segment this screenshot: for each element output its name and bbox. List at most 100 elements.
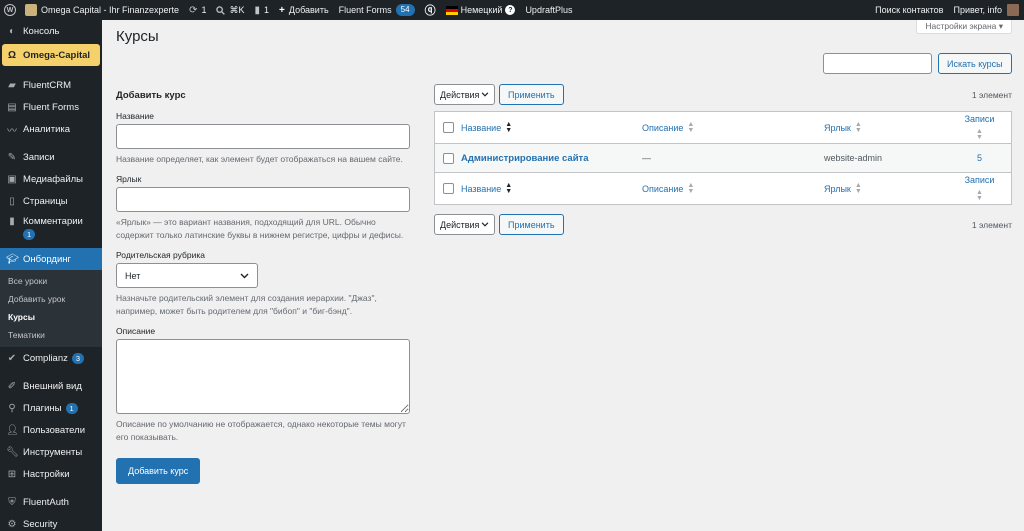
avatar bbox=[1007, 4, 1019, 16]
submenu-all-lessons[interactable]: Все уроки bbox=[0, 272, 102, 290]
sidebar-item-posts[interactable]: ✎ Записи bbox=[0, 146, 102, 168]
sidebar-item-comments[interactable]: ▮ Комментарии 1 bbox=[0, 212, 102, 248]
sidebar-item-label: Онбординг bbox=[23, 253, 71, 265]
table-row: Администрирование сайта — website-admin … bbox=[435, 144, 1011, 172]
bulk-actions-select-bottom[interactable]: Действия bbox=[434, 214, 495, 235]
admin-sidebar: ◐ Консоль Ω Omega-Capital ▰ FluentCRM ▤ Flue… bbox=[0, 20, 102, 531]
sidebar-item-tools[interactable]: 🔧︎ Инструменты bbox=[0, 441, 102, 463]
apply-button[interactable]: Применить bbox=[499, 84, 564, 105]
updates-link[interactable]: ⟳ 1 bbox=[184, 0, 211, 20]
tablenav-bottom: Действия Применить 1 элемент bbox=[434, 214, 1012, 235]
items-count-bottom: 1 элемент bbox=[971, 219, 1012, 230]
sidebar-item-fluent-forms[interactable]: ▤ Fluent Forms bbox=[0, 96, 102, 118]
language-label: Немецкий bbox=[460, 5, 503, 15]
wordpress-logo-icon[interactable]: W bbox=[0, 0, 20, 20]
screen-options-button[interactable]: Настройки экрана ▾ bbox=[916, 20, 1012, 34]
new-content-link[interactable]: + Добавить bbox=[274, 0, 334, 20]
sidebar-item-users[interactable]: 👤︎ Пользователи bbox=[0, 419, 102, 441]
contacts-search-link[interactable]: Поиск контактов bbox=[870, 0, 948, 20]
site-name-link[interactable]: Omega Capital - Ihr Finanzexperte bbox=[20, 0, 184, 20]
main-content: Настройки экрана ▾ Курсы Искать курсы До… bbox=[102, 20, 1024, 531]
comments-icon: ▮ bbox=[9, 216, 15, 227]
fluent-forms-link[interactable]: Fluent Forms 54 bbox=[334, 0, 420, 20]
bulk-actions-label: Действия bbox=[440, 89, 480, 100]
settings-icon: ⊞ bbox=[7, 468, 17, 480]
sidebar-item-onboarding[interactable]: 🎓︎ Онбординг bbox=[0, 248, 102, 270]
comments-link[interactable]: ▮ 1 bbox=[250, 0, 275, 20]
row-checkbox[interactable] bbox=[442, 152, 454, 164]
slug-input[interactable] bbox=[116, 187, 410, 212]
name-input[interactable] bbox=[116, 124, 410, 149]
sidebar-item-omega-capital[interactable]: Ω Omega-Capital bbox=[2, 44, 100, 66]
fluentcrm-icon: ▰ bbox=[8, 79, 16, 91]
sidebar-item-security[interactable]: ⚙ Security bbox=[0, 513, 102, 531]
courses-table: Название ▲ ▼ Описание ▲ ▼ Ярлык ▲ ▼ Записи ▲ ▼ А… bbox=[434, 111, 1012, 205]
command-search-link[interactable]: ⌘K bbox=[211, 0, 249, 20]
plugins-icon: ⚲ bbox=[8, 402, 16, 414]
analytics-icon: 〰 bbox=[7, 125, 17, 137]
sidebar-item-analytics[interactable]: 〰 Аналитика bbox=[0, 118, 102, 140]
sidebar-item-media[interactable]: ▣ Медиафайлы bbox=[0, 168, 102, 190]
language-switcher[interactable]: Немецкий ? bbox=[441, 0, 521, 20]
sidebar-item-console[interactable]: ◐ Консоль bbox=[0, 20, 102, 42]
description-help: Описание по умолчанию не отображается, о… bbox=[116, 419, 406, 442]
sidebar-item-label: Медиафайлы bbox=[23, 173, 84, 185]
column-name-header[interactable]: Название ▲ ▼ bbox=[461, 121, 642, 134]
sort-icon: ▲ ▼ bbox=[976, 189, 983, 202]
course-name-link[interactable]: Администрирование сайта bbox=[461, 153, 588, 164]
search-shortcut: ⌘K bbox=[229, 4, 245, 15]
search-box: Искать курсы bbox=[823, 53, 1012, 74]
contacts-search-label: Поиск контактов bbox=[875, 5, 944, 15]
sidebar-item-plugins[interactable]: ⚲ Плагины 1 bbox=[0, 397, 102, 419]
submenu-add-lesson[interactable]: Добавить урок bbox=[0, 290, 102, 308]
sort-icon: ▲ ▼ bbox=[505, 181, 513, 195]
column-count-footer[interactable]: Записи ▲ ▼ bbox=[954, 175, 1011, 202]
column-description-footer[interactable]: Описание ▲ ▼ bbox=[642, 181, 824, 195]
sidebar-item-appearance[interactable]: ✐ Внешний вид bbox=[0, 375, 102, 397]
account-menu[interactable]: Привет, info bbox=[948, 0, 1024, 20]
sidebar-item-label: FluentAuth bbox=[23, 496, 69, 508]
users-icon: 👤︎ bbox=[6, 424, 19, 436]
bulk-actions-select[interactable]: Действия bbox=[434, 84, 495, 105]
plus-icon: + bbox=[279, 4, 285, 16]
search-courses-button[interactable]: Искать курсы bbox=[938, 53, 1012, 74]
sidebar-item-fluentcrm[interactable]: ▰ FluentCRM bbox=[0, 74, 102, 96]
submenu-topics[interactable]: Тематики bbox=[0, 326, 102, 344]
updraftplus-link[interactable]: UpdraftPlus bbox=[520, 0, 577, 20]
sidebar-item-complianz[interactable]: ✔ Complianz 3 bbox=[0, 347, 102, 369]
sort-icon: ▲ ▼ bbox=[854, 120, 862, 134]
table-header-row: Название ▲ ▼ Описание ▲ ▼ Ярлык ▲ ▼ Записи ▲ ▼ bbox=[435, 112, 1011, 144]
column-description-label: Описание bbox=[642, 183, 684, 194]
sidebar-item-settings[interactable]: ⊞ Настройки bbox=[0, 463, 102, 485]
refresh-icon: ⟳ bbox=[189, 4, 198, 16]
admin-bar: W Omega Capital - Ihr Finanzexperte ⟳ 1 … bbox=[0, 0, 1024, 20]
description-textarea[interactable] bbox=[116, 339, 410, 414]
q-plugin-link[interactable]: ⓠ bbox=[420, 0, 441, 20]
apply-button-bottom[interactable]: Применить bbox=[499, 214, 564, 235]
select-all-checkbox-footer[interactable] bbox=[442, 183, 454, 194]
column-name-footer[interactable]: Название ▲ ▼ bbox=[461, 181, 642, 195]
sidebar-item-pages[interactable]: ▯ Страницы bbox=[0, 190, 102, 212]
media-icon: ▣ bbox=[7, 173, 17, 185]
sidebar-item-label: Настройки bbox=[23, 468, 70, 480]
sidebar-item-label: Инструменты bbox=[23, 446, 83, 458]
select-all-checkbox[interactable] bbox=[442, 122, 454, 133]
dashboard-icon: ◐ bbox=[8, 25, 16, 37]
name-label: Название bbox=[116, 111, 154, 121]
submenu-courses[interactable]: Курсы bbox=[0, 308, 102, 326]
course-count-link[interactable]: 5 bbox=[977, 153, 982, 163]
column-description-header[interactable]: Описание ▲ ▼ bbox=[642, 121, 824, 134]
new-content-label: Добавить bbox=[288, 5, 329, 15]
column-count-header[interactable]: Записи ▲ ▼ bbox=[954, 114, 1011, 141]
add-course-button[interactable]: Добавить курс bbox=[116, 458, 201, 484]
sort-icon: ▲ ▼ bbox=[687, 181, 695, 195]
chevron-down-icon bbox=[240, 273, 249, 278]
search-input[interactable] bbox=[823, 53, 932, 74]
sidebar-item-fluentauth[interactable]: ⛨ FluentAuth bbox=[0, 491, 102, 513]
sidebar-item-label: Аналитика bbox=[23, 123, 71, 135]
sidebar-item-label: Пользователи bbox=[23, 424, 86, 436]
column-slug-footer[interactable]: Ярлык ▲ ▼ bbox=[824, 182, 954, 195]
parent-select[interactable]: Нет bbox=[116, 263, 258, 288]
column-slug-header[interactable]: Ярлык ▲ ▼ bbox=[824, 120, 954, 134]
greeting-text: Привет, info bbox=[953, 5, 1002, 15]
